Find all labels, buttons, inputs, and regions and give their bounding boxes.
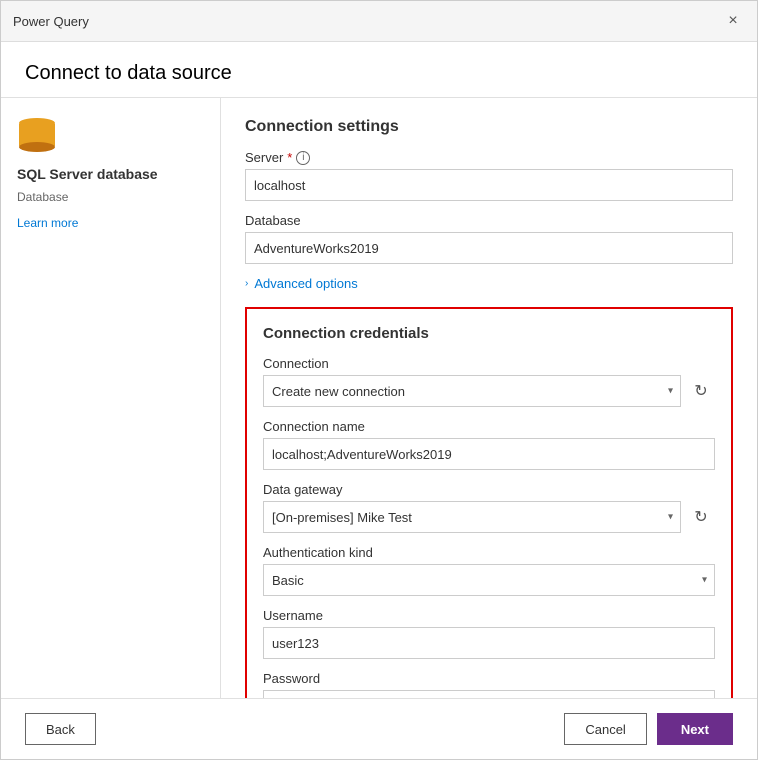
main-panel: Connection settings Server * i Database … (221, 98, 757, 698)
auth-kind-field-group: Authentication kind BasicWindowsDatabase… (263, 545, 715, 596)
server-info-icon[interactable]: i (296, 151, 310, 165)
data-gateway-field-group: Data gateway [On-premises] Mike TestNone… (263, 482, 715, 533)
advanced-options-toggle[interactable]: › Advanced options (245, 276, 733, 291)
dialog-body: Connect to data source SQL Server databa… (1, 42, 757, 759)
connection-settings-title: Connection settings (245, 118, 733, 136)
password-input[interactable] (263, 690, 715, 698)
back-button[interactable]: Back (25, 713, 96, 745)
auth-kind-select-wrapper: BasicWindowsDatabase ▾ (263, 564, 715, 596)
connection-select[interactable]: Create new connectionUse existing connec… (263, 375, 681, 407)
database-field-group: Database (245, 213, 733, 264)
connection-refresh-button[interactable]: ↻ (687, 377, 715, 405)
footer-left: Back (25, 713, 96, 745)
server-label: Server * i (245, 150, 733, 165)
sidebar-connector-type: Database (17, 190, 204, 204)
cancel-button[interactable]: Cancel (564, 713, 646, 745)
chevron-right-icon: › (245, 278, 248, 289)
connection-name-label: Connection name (263, 419, 715, 434)
data-gateway-refresh-button[interactable]: ↻ (687, 503, 715, 531)
footer-right: Cancel Next (564, 713, 733, 745)
auth-kind-label: Authentication kind (263, 545, 715, 560)
title-bar: Power Query × (1, 1, 757, 42)
password-field-group: Password (263, 671, 715, 698)
username-label: Username (263, 608, 715, 623)
database-input[interactable] (245, 232, 733, 264)
connection-label: Connection (263, 356, 715, 371)
close-button[interactable]: × (721, 9, 745, 33)
dialog-footer: Back Cancel Next (1, 698, 757, 759)
credentials-title: Connection credentials (263, 325, 715, 342)
connection-select-row: Create new connectionUse existing connec… (263, 375, 715, 407)
credentials-box: Connection credentials Connection Create… (245, 307, 733, 698)
dialog-window: Power Query × Connect to data source SQL… (0, 0, 758, 760)
page-title: Connect to data source (1, 42, 757, 98)
data-gateway-select-wrapper: [On-premises] Mike TestNone ▾ (263, 501, 681, 533)
database-label: Database (245, 213, 733, 228)
connection-field-group: Connection Create new connectionUse exis… (263, 356, 715, 407)
connection-select-wrapper: Create new connectionUse existing connec… (263, 375, 681, 407)
title-bar-text: Power Query (13, 14, 89, 29)
username-input[interactable] (263, 627, 715, 659)
password-label: Password (263, 671, 715, 686)
required-star: * (287, 150, 292, 165)
auth-kind-select[interactable]: BasicWindowsDatabase (263, 564, 715, 596)
database-icon (17, 118, 57, 158)
sidebar: SQL Server database Database Learn more (1, 98, 221, 698)
connection-name-field-group: Connection name (263, 419, 715, 470)
content-area: SQL Server database Database Learn more … (1, 98, 757, 698)
learn-more-link[interactable]: Learn more (17, 216, 204, 230)
data-gateway-select[interactable]: [On-premises] Mike TestNone (263, 501, 681, 533)
next-button[interactable]: Next (657, 713, 733, 745)
server-field-group: Server * i (245, 150, 733, 201)
data-gateway-select-row: [On-premises] Mike TestNone ▾ ↻ (263, 501, 715, 533)
data-gateway-label: Data gateway (263, 482, 715, 497)
sidebar-connector-name: SQL Server database (17, 166, 204, 182)
connection-name-input[interactable] (263, 438, 715, 470)
username-field-group: Username (263, 608, 715, 659)
server-input[interactable] (245, 169, 733, 201)
